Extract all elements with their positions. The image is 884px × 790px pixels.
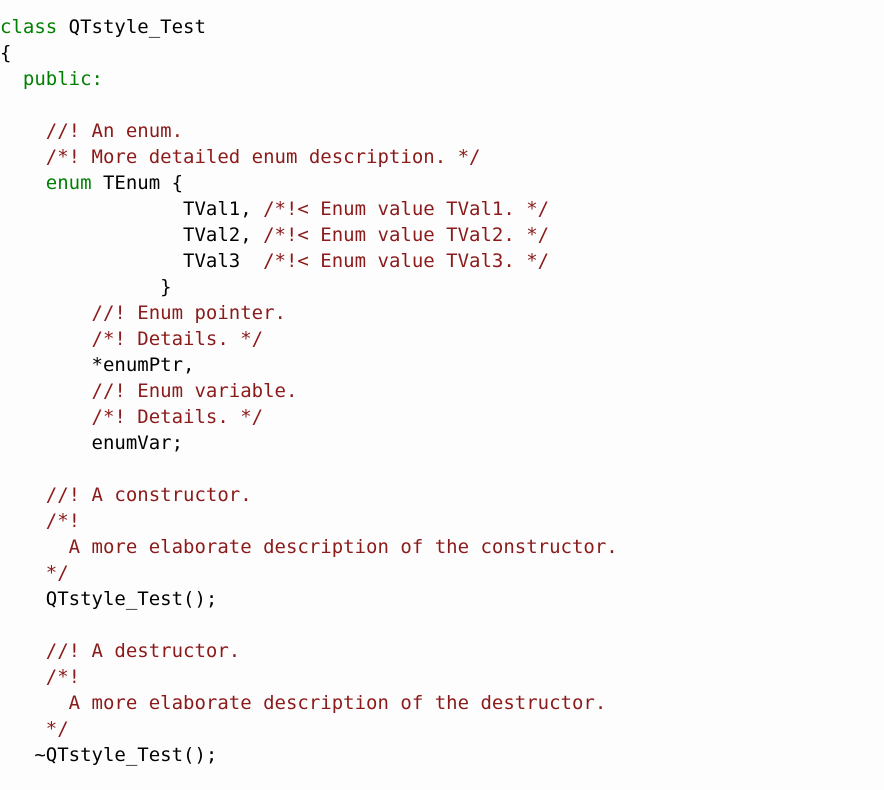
- code-line: /*! Details. */: [0, 326, 884, 352]
- code-token-comment: /*!: [45, 510, 81, 532]
- code-token-plain: QTstyle_Test: [68, 16, 206, 38]
- code-token-comment: /*! More detailed enum description. */: [45, 146, 481, 168]
- code-line: enumVar;: [0, 430, 884, 456]
- code-line: A more elaborate description of the cons…: [0, 534, 884, 560]
- code-token-comment: /*! Details. */: [91, 406, 264, 428]
- code-token-comment: //! Enum pointer.: [91, 302, 286, 324]
- code-token-comment: /*! Details. */: [91, 328, 264, 350]
- code-token-comment: /*!: [45, 666, 81, 688]
- code-line: QTstyle_Test();: [0, 586, 884, 612]
- code-line: {: [0, 40, 884, 66]
- code-token-comment: A more elaborate description of the cons…: [45, 536, 618, 558]
- code-token-comment: //! Enum variable.: [91, 380, 298, 402]
- code-token-plain: TVal3: [0, 250, 264, 272]
- code-token-comment: /*!< Enum value TVal1. */: [263, 198, 550, 220]
- code-token-plain: enumVar;: [0, 432, 184, 454]
- code-line: public:: [0, 66, 884, 92]
- code-line: TVal1, /*!< Enum value TVal1. */: [0, 196, 884, 222]
- code-token-comment: //! An enum.: [45, 120, 184, 142]
- code-line: /*! Details. */: [0, 404, 884, 430]
- code-token-kw: class: [0, 16, 69, 38]
- code-line: class QTstyle_Test: [0, 14, 884, 40]
- code-token-comment: //! A destructor.: [45, 640, 241, 662]
- code-line: */: [0, 560, 884, 586]
- code-token-plain: QTstyle_Test();: [0, 588, 218, 610]
- code-line: //! Enum variable.: [0, 378, 884, 404]
- code-line: enum TEnum {: [0, 170, 884, 196]
- code-token-comment: */: [45, 562, 69, 584]
- code-line: //! An enum.: [0, 118, 884, 144]
- code-token-plain: ~QTstyle_Test();: [0, 744, 218, 766]
- code-line: */: [0, 716, 884, 742]
- code-token-comment: A more elaborate description of the dest…: [45, 692, 607, 714]
- code-line: *enumPtr,: [0, 352, 884, 378]
- code-line: /*!: [0, 664, 884, 690]
- code-line: /*!: [0, 508, 884, 534]
- code-listing: class QTstyle_Test{ public: //! An enum.…: [0, 0, 884, 768]
- code-token-plain: TVal2,: [0, 224, 264, 246]
- code-line: //! A destructor.: [0, 638, 884, 664]
- code-line: ~QTstyle_Test();: [0, 742, 884, 768]
- code-token-plain: }: [0, 276, 172, 298]
- code-line: }: [0, 274, 884, 300]
- code-token-comment: */: [45, 718, 69, 740]
- code-line: TVal2, /*!< Enum value TVal2. */: [0, 222, 884, 248]
- code-token-kw: public:: [22, 68, 103, 90]
- code-token-plain: TEnum {: [102, 172, 184, 194]
- code-line: A more elaborate description of the dest…: [0, 690, 884, 716]
- code-token-plain: *enumPtr,: [0, 354, 195, 376]
- code-token-comment: /*!< Enum value TVal2. */: [263, 224, 550, 246]
- code-token-plain: TVal1,: [0, 198, 264, 220]
- code-token-comment: //! A constructor.: [45, 484, 252, 506]
- code-line: //! A constructor.: [0, 482, 884, 508]
- code-line: //! Enum pointer.: [0, 300, 884, 326]
- code-token-kw: enum: [45, 172, 103, 194]
- code-line: TVal3 /*!< Enum value TVal3. */: [0, 248, 884, 274]
- code-token-comment: /*!< Enum value TVal3. */: [263, 250, 550, 272]
- code-token-plain: {: [0, 42, 12, 64]
- code-line: /*! More detailed enum description. */: [0, 144, 884, 170]
